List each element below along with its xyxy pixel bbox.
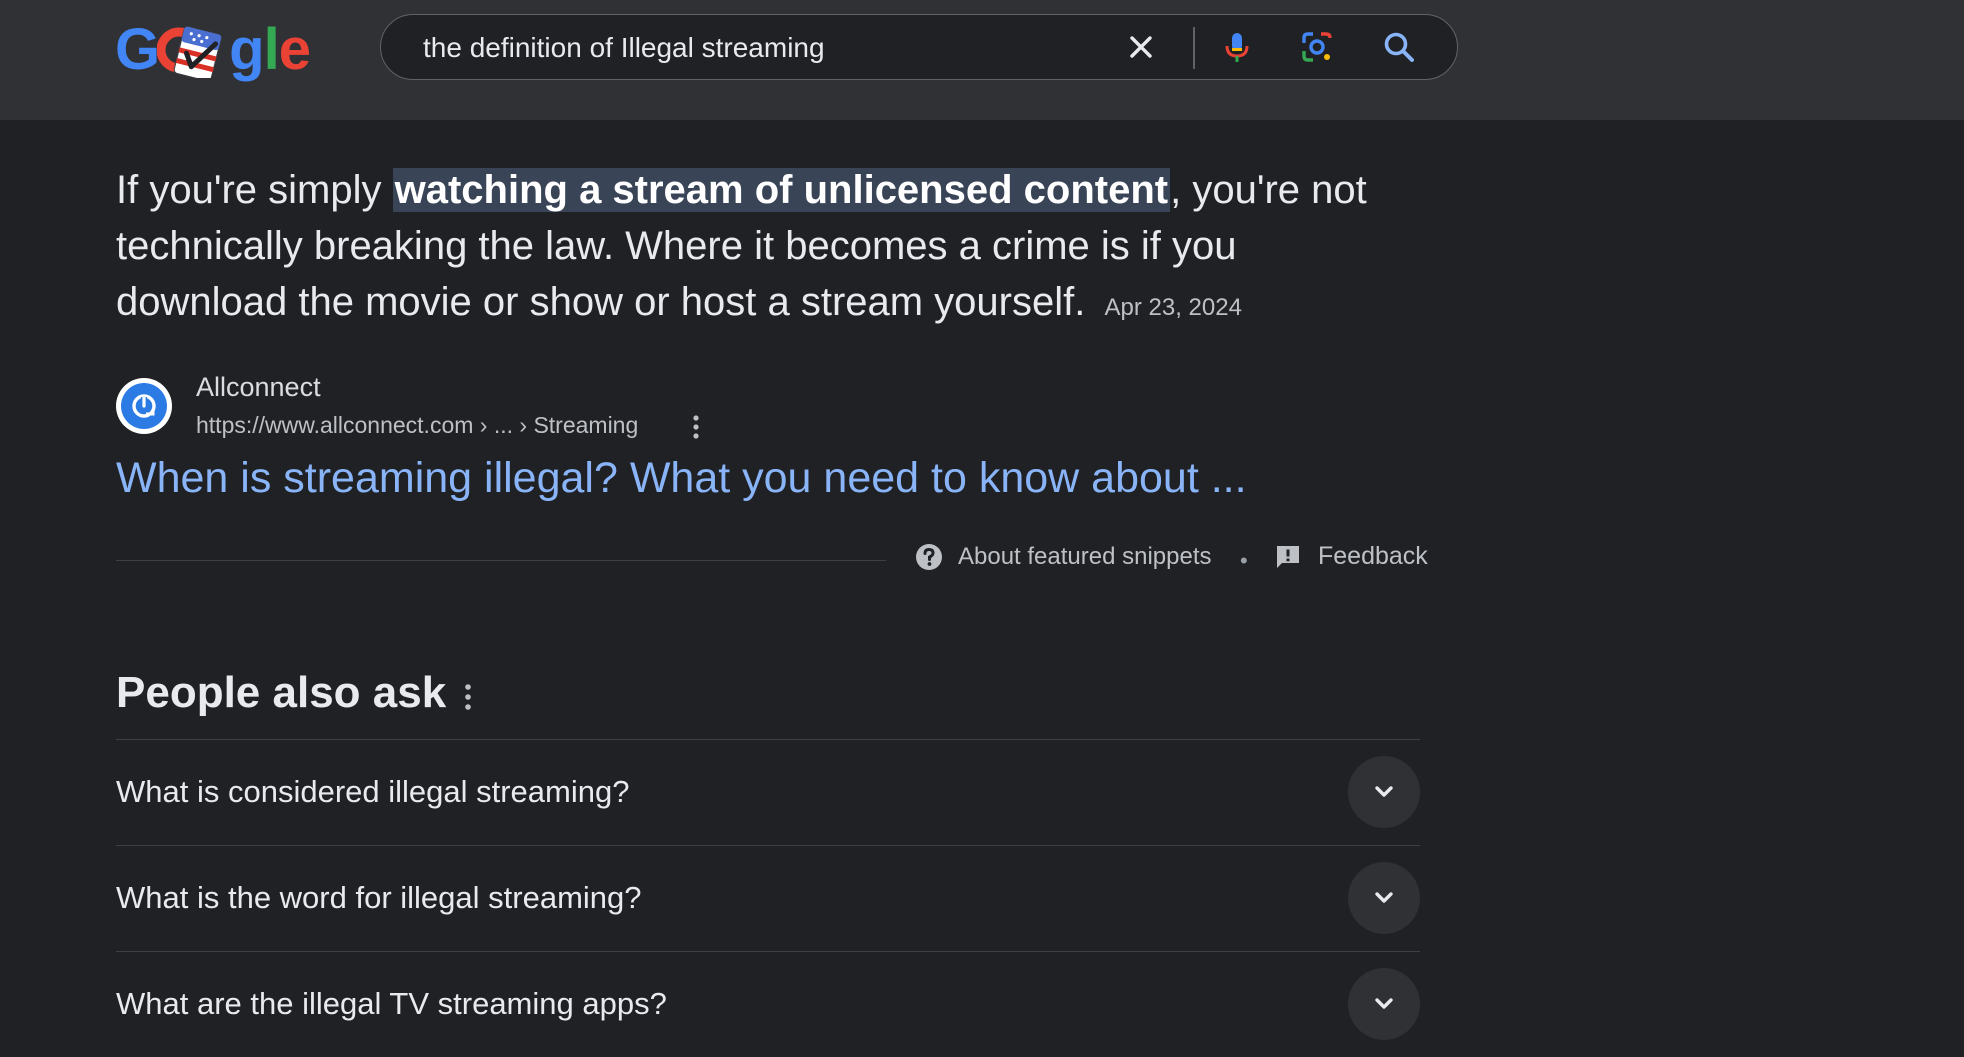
logo-letter-g2: g <box>229 16 264 82</box>
allconnect-favicon <box>116 378 172 434</box>
doodle-ballot-icon <box>156 20 231 82</box>
more-options-icon[interactable] <box>684 412 708 442</box>
chevron-down-icon[interactable] <box>1348 756 1420 828</box>
chevron-down-icon[interactable] <box>1348 862 1420 934</box>
search-icon[interactable] <box>1381 29 1417 65</box>
result-title-link[interactable]: When is streaming illegal? What you need… <box>116 454 1247 503</box>
logo-letter-e: e <box>278 16 311 82</box>
snippet-highlight: watching a stream of unlicensed content <box>392 168 1171 212</box>
paa-question-row[interactable]: What are the illegal TV streaming apps? <box>116 951 1420 1057</box>
logo-letter-l: l <box>263 16 280 82</box>
snippet-date: Apr 23, 2024 <box>1104 294 1242 321</box>
search-header: G g l e <box>0 0 1964 120</box>
logo-letter-g: G <box>115 16 160 82</box>
search-box <box>380 14 1458 80</box>
feedback-icon <box>1274 543 1302 571</box>
source-name: Allconnect <box>196 372 321 402</box>
snippet-text-before: If you're simply <box>116 168 393 212</box>
about-featured-snippets-label: About featured snippets <box>958 543 1212 570</box>
people-also-ask-list: What is considered illegal streaming? Wh… <box>116 739 1420 1057</box>
chevron-down-icon[interactable] <box>1348 968 1420 1040</box>
about-featured-snippets-link[interactable]: About featured snippets <box>914 542 1212 572</box>
separator-dot: • <box>1240 548 1248 573</box>
help-circle-icon <box>914 542 944 572</box>
google-doodle-logo[interactable]: G g l e <box>115 14 311 84</box>
feedback-label: Feedback <box>1318 542 1428 570</box>
feedback-link[interactable]: Feedback <box>1274 542 1428 571</box>
snippet-divider <box>116 560 886 561</box>
paa-question-row[interactable]: What is the word for illegal streaming? <box>116 845 1420 951</box>
featured-snippet-text: If you're simply watching a stream of un… <box>116 162 1376 336</box>
paa-question-row[interactable]: What is considered illegal streaming? <box>116 739 1420 845</box>
paa-question-text: What is considered illegal streaming? <box>116 774 630 809</box>
search-input[interactable] <box>421 15 1105 80</box>
camera-lens-icon[interactable] <box>1299 29 1335 65</box>
close-icon[interactable] <box>1123 29 1159 65</box>
people-also-ask-heading: People also ask <box>116 668 447 717</box>
paa-question-text: What are the illegal TV streaming apps? <box>116 986 667 1021</box>
microphone-icon[interactable] <box>1219 29 1255 65</box>
paa-more-options-icon[interactable] <box>456 680 480 714</box>
paa-question-text: What is the word for illegal streaming? <box>116 880 642 915</box>
source-url: https://www.allconnect.com › ... › Strea… <box>196 412 639 438</box>
search-box-divider <box>1193 27 1195 69</box>
